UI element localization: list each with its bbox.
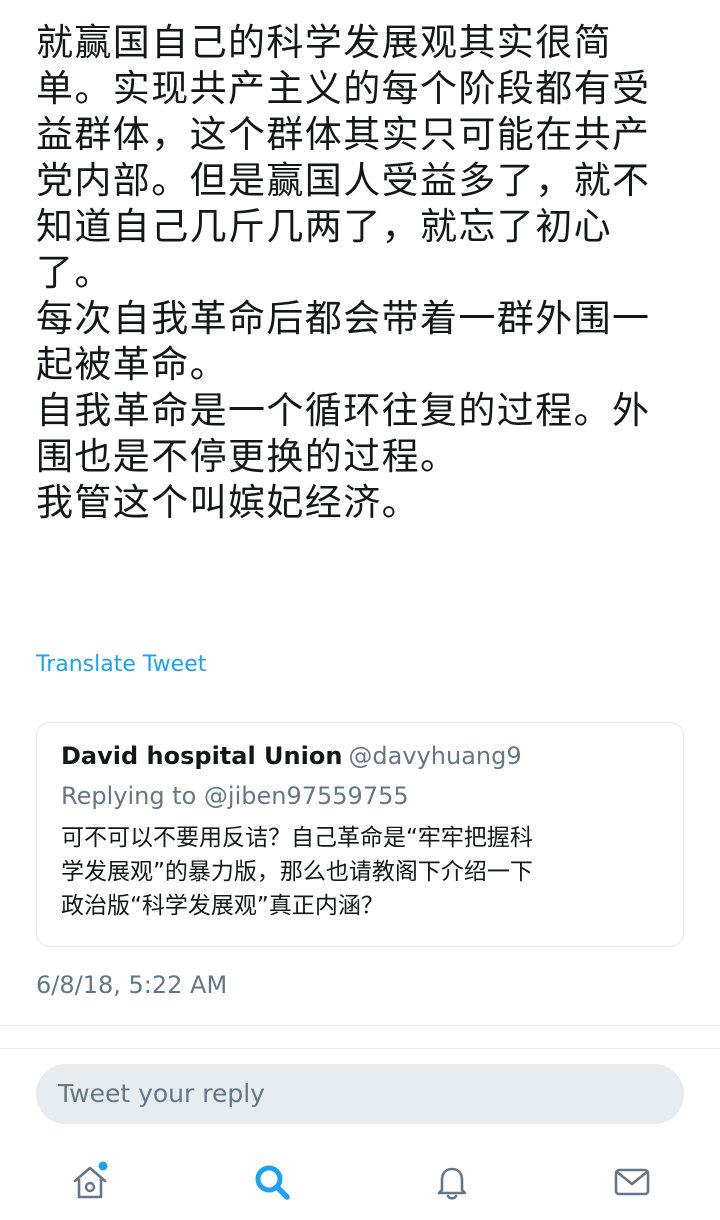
tweet-text-line: 单。实现共产主义的每个阶段都有受 — [36, 67, 651, 110]
notification-dot — [98, 1161, 108, 1171]
tweet-text-line: 党内部。但是赢国人受益多了，就不 — [36, 159, 651, 202]
divider — [0, 1025, 720, 1026]
bottom-tab-bar — [0, 1140, 720, 1220]
tweet-text-line: 起被革命。 — [36, 343, 228, 386]
quoted-replying-to: Replying to @jiben97559755 — [61, 782, 409, 810]
tweet-text-line: 每次自我革命后都会带着一群外围一 — [36, 297, 651, 340]
quoted-tweet-text: 可不可以不要用反诘？自己革命是“牢牢把握科 学发展观”的暴力版，那么也请教阁下介… — [61, 821, 659, 923]
search-icon — [255, 1165, 290, 1200]
tweet-text-line: 我管这个叫嫔妃经济。 — [36, 481, 420, 524]
quoted-text-line: 学发展观”的暴力版，那么也请教阁下介绍一下 — [61, 859, 533, 885]
quoted-text-line: 政治版“科学发展观”真正内涵？ — [61, 893, 384, 919]
tweet-text-line: 了。 — [36, 251, 113, 294]
quoted-tweet-header: David hospital Union @davyhuang9 — [61, 739, 659, 773]
quoted-author-handle: @davyhuang9 — [348, 742, 522, 770]
translate-tweet-link[interactable]: Translate Tweet — [36, 650, 206, 680]
tab-home[interactable] — [62, 1154, 118, 1210]
quoted-tweet-card[interactable]: David hospital Union @davyhuang9 Replying… — [36, 722, 684, 947]
home-icon — [73, 1161, 108, 1199]
tab-notifications[interactable] — [424, 1154, 480, 1210]
quoted-author-name: David hospital Union — [61, 742, 343, 770]
quoted-text-line: 可不可以不要用反诘？自己革命是“牢牢把握科 — [61, 825, 533, 851]
mail-icon — [614, 1168, 650, 1196]
tweet-text-line: 知道自己几斤几两了，就忘了初心 — [36, 205, 612, 248]
tab-search[interactable] — [244, 1154, 300, 1210]
tweet-text-line: 就赢国自己的科学发展观其实很简 — [36, 21, 612, 64]
tweet-timestamp: 6/8/18, 5:22 AM — [36, 971, 228, 999]
reply-input[interactable]: Tweet your reply — [36, 1064, 684, 1124]
divider — [0, 1048, 720, 1049]
tab-messages[interactable] — [604, 1154, 660, 1210]
bell-icon — [437, 1167, 467, 1200]
tweet-text-line: 自我革命是一个循环往复的过程。外 — [36, 389, 651, 432]
tweet-text-line: 益群体，这个群体其实只可能在共产 — [36, 113, 651, 156]
tweet-text: 就赢国自己的科学发展观其实很简 单。实现共产主义的每个阶段都有受 益群体，这个群… — [36, 20, 686, 526]
tweet-text-line: 围也是不停更换的过程。 — [36, 435, 459, 478]
